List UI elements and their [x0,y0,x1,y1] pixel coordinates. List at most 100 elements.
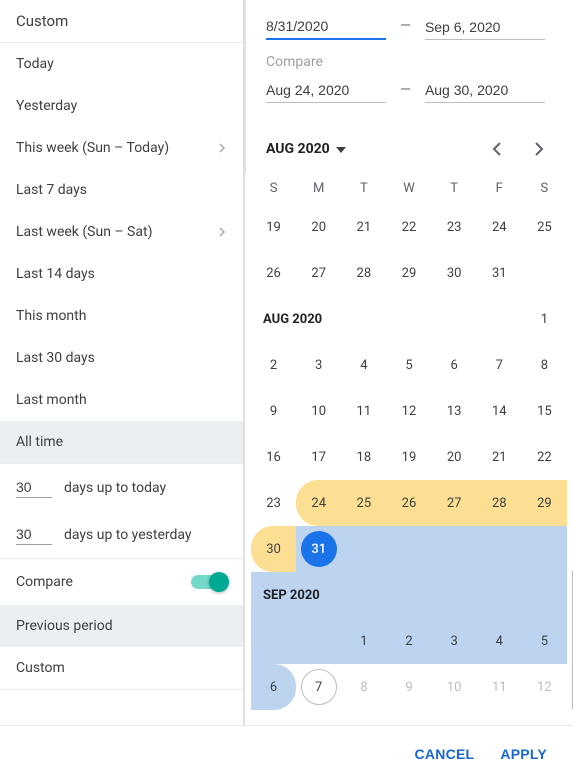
preset-last-week[interactable]: Last week (Sun – Sat) [0,211,243,253]
chevron-right-icon [219,227,227,237]
day-cell[interactable]: 30 [432,250,477,296]
day-cell [251,618,296,664]
preset-yesterday[interactable]: Yesterday [0,85,243,127]
next-month-button[interactable] [525,135,553,163]
days-up-today-label: days up to today [64,480,166,496]
days-up-yesterday-input[interactable] [16,524,52,545]
day-cell-today[interactable]: 7 [296,664,341,710]
day-cell [386,526,431,572]
day-cell[interactable]: 28 [477,480,522,526]
day-cell [522,572,567,618]
day-cell[interactable]: 4 [341,342,386,388]
day-cell[interactable]: 14 [477,388,522,434]
day-cell[interactable]: 23 [251,480,296,526]
range-end-input[interactable] [425,13,545,40]
day-row: 26 27 28 29 30 31 [251,250,567,296]
calendar-grid: S M T W T F S 19 20 21 22 23 24 25 [245,173,573,710]
preset-this-month[interactable]: This month [0,295,243,337]
day-cell[interactable]: 15 [522,388,567,434]
day-cell[interactable]: 5 [386,342,431,388]
day-cell[interactable]: 10 [296,388,341,434]
preset-last14[interactable]: Last 14 days [0,253,243,295]
day-cell[interactable]: 2 [251,342,296,388]
day-cell[interactable]: 7 [477,342,522,388]
day-cell[interactable]: 2 [386,618,431,664]
day-cell[interactable]: 25 [522,204,567,250]
day-cell[interactable]: 8 [341,664,386,710]
preset-label: Yesterday [16,98,77,114]
day-cell[interactable]: 31 [477,250,522,296]
day-cell[interactable]: 23 [432,204,477,250]
day-cell[interactable]: 21 [477,434,522,480]
preset-label: Last 7 days [16,182,87,198]
apply-button[interactable]: APPLY [500,746,547,762]
day-cell[interactable]: 3 [296,342,341,388]
day-cell[interactable]: 30 [251,526,296,572]
compare-switch[interactable] [191,572,227,592]
day-row-compare: 23 24 25 26 27 28 29 [251,480,567,526]
preset-all-time[interactable]: All time [0,421,243,463]
day-cell[interactable]: 18 [341,434,386,480]
day-cell[interactable]: 17 [296,434,341,480]
day-cell[interactable]: 27 [296,250,341,296]
day-cell-end[interactable]: 6 [251,664,296,710]
day-cell[interactable]: 10 [432,664,477,710]
prev-month-button[interactable] [483,135,511,163]
month-selector[interactable]: AUG 2020 [266,141,346,157]
compare-custom[interactable]: Custom [0,647,243,689]
month-navigation: AUG 2020 [266,117,553,173]
day-cell[interactable]: 22 [522,434,567,480]
day-cell[interactable]: 9 [386,664,431,710]
day-cell[interactable]: 11 [341,388,386,434]
day-cell[interactable]: 24 [296,480,341,526]
day-cell[interactable]: 13 [432,388,477,434]
preset-last7[interactable]: Last 7 days [0,169,243,211]
day-num: 31 [311,542,326,557]
day-cell[interactable]: 16 [251,434,296,480]
day-cell[interactable]: 19 [251,204,296,250]
day-cell[interactable]: 27 [432,480,477,526]
day-cell[interactable]: 26 [251,250,296,296]
day-cell[interactable]: 26 [386,480,431,526]
day-cell[interactable]: 20 [432,434,477,480]
compare-end-input[interactable] [425,76,545,103]
day-cell-start[interactable]: 31 [296,526,341,572]
day-cell[interactable]: 5 [522,618,567,664]
day-cell[interactable]: 11 [477,664,522,710]
day-cell[interactable]: 20 [296,204,341,250]
day-cell[interactable]: 24 [477,204,522,250]
day-cell[interactable]: 3 [432,618,477,664]
day-cell[interactable]: 4 [477,618,522,664]
cancel-button[interactable]: CANCEL [415,746,475,762]
day-cell[interactable]: 12 [522,664,567,710]
day-cell[interactable]: 1 [341,618,386,664]
day-cell[interactable]: 29 [522,480,567,526]
preset-custom-header[interactable]: Custom [0,0,243,42]
day-cell[interactable]: 6 [432,342,477,388]
preset-today[interactable]: Today [0,43,243,85]
day-cell[interactable]: 29 [386,250,431,296]
days-up-today-input[interactable] [16,477,52,498]
compare-range-inputs: — [266,76,553,103]
day-cell[interactable]: 25 [341,480,386,526]
day-cell[interactable]: 22 [386,204,431,250]
day-cell[interactable]: 1 [522,296,567,342]
range-start-input[interactable] [266,12,386,40]
preset-this-week[interactable]: This week (Sun – Today) [0,127,243,169]
preset-label: Today [16,56,54,72]
compare-start-input[interactable] [266,76,386,103]
day-cell[interactable]: 12 [386,388,431,434]
days-up-to-yesterday-row: days up to yesterday [0,511,243,558]
day-cell[interactable]: 28 [341,250,386,296]
day-cell[interactable]: 8 [522,342,567,388]
compare-previous-period[interactable]: Previous period [0,605,243,647]
day-row: 19 20 21 22 23 24 25 [251,204,567,250]
day-cell[interactable]: 19 [386,434,431,480]
preset-label: All time [16,434,63,450]
month-arrows [483,135,553,163]
day-cell[interactable]: 21 [341,204,386,250]
preset-last-month[interactable]: Last month [0,379,243,421]
dow-cell: F [477,181,522,196]
day-cell[interactable]: 9 [251,388,296,434]
preset-last30[interactable]: Last 30 days [0,337,243,379]
